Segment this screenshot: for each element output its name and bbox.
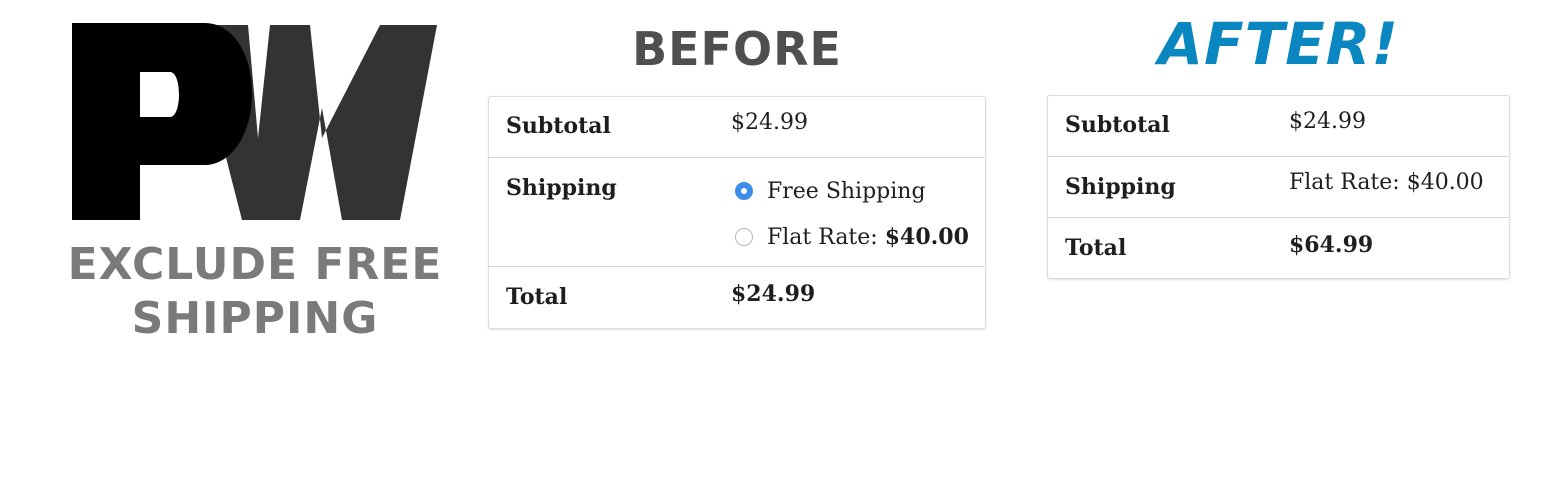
total-value: $24.99 [731,281,816,307]
shipping-label: Shipping [1065,174,1176,200]
pw-logo-mark [72,23,437,220]
shipping-option-label[interactable]: Free Shipping [767,179,926,204]
shipping-option-flat-rate[interactable]: Flat Rate: $40.00 [735,222,969,252]
pw-logo [70,20,440,225]
subtotal-value: $24.99 [1289,109,1366,134]
after-shipping-row: Shipping Flat Rate: $40.00 [1048,156,1509,217]
before-totals-table: Subtotal $24.99 Shipping Free Shipping F… [488,96,986,329]
before-subtotal-row: Subtotal $24.99 [489,97,985,157]
before-heading: BEFORE [632,22,842,76]
after-total-row: Total $64.99 [1048,217,1509,278]
subtotal-value: $24.99 [731,110,808,135]
subtotal-label: Subtotal [506,113,611,139]
flat-rate-label: Flat Rate: [767,225,885,250]
tagline-line-1: EXCLUDE FREE [67,239,443,290]
logo-tagline: EXCLUDE FREE SHIPPING [60,238,450,346]
subtotal-label: Subtotal [1065,112,1170,138]
after-heading: AFTER! [1158,10,1399,78]
shipping-value: Flat Rate: $40.00 [1289,170,1484,195]
flat-rate-price: $40.00 [884,224,969,250]
shipping-option-free[interactable]: Free Shipping [735,176,926,206]
radio-button[interactable] [735,228,753,246]
after-totals-table: Subtotal $24.99 Shipping Flat Rate: $40.… [1047,95,1510,279]
tagline-line-2: SHIPPING [131,293,379,344]
shipping-option-label[interactable]: Flat Rate: $40.00 [767,224,969,250]
total-value: $64.99 [1289,232,1374,258]
total-label: Total [1065,235,1127,261]
before-total-row: Total $24.99 [489,266,985,328]
after-subtotal-row: Subtotal $24.99 [1048,96,1509,156]
before-shipping-row: Shipping Free Shipping Flat Rate: $40.00 [489,157,985,266]
radio-button-selected[interactable] [735,182,753,200]
shipping-label: Shipping [506,175,617,201]
total-label: Total [506,284,568,310]
